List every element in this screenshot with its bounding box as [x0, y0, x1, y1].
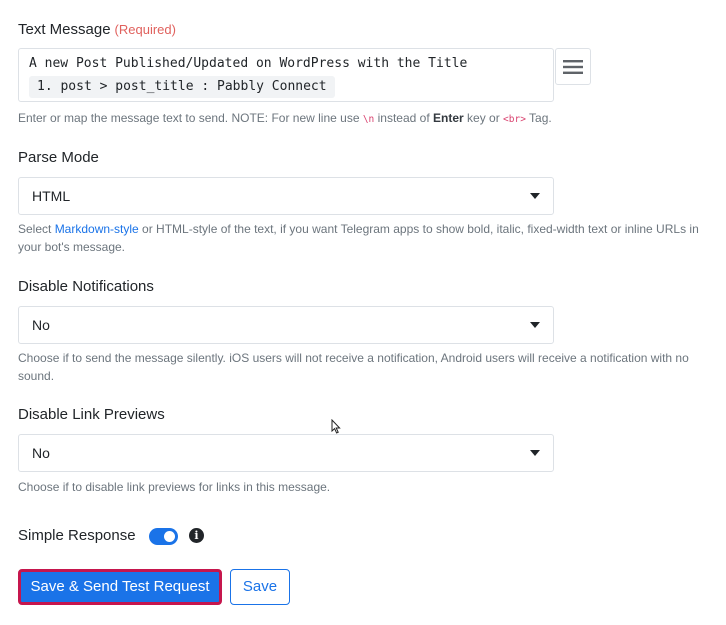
- parse-mode-value: HTML: [32, 188, 71, 204]
- save-button[interactable]: Save: [230, 569, 290, 605]
- disable-link-previews-label: Disable Link Previews: [18, 406, 165, 423]
- text-message-input[interactable]: A new Post Published/Updated on WordPres…: [18, 48, 554, 102]
- disable-notifications-label: Disable Notifications: [18, 278, 154, 295]
- help-text: Select: [18, 222, 55, 236]
- disable-notifications-value: No: [32, 317, 50, 333]
- text-message-help: Enter or map the message text to send. N…: [18, 109, 724, 129]
- markdown-style-link[interactable]: Markdown-style: [55, 222, 139, 236]
- help-text: key or: [463, 111, 504, 125]
- parse-mode-help: Select Markdown-style or HTML-style of t…: [18, 220, 724, 256]
- disable-link-previews-help: Choose if to disable link previews for l…: [18, 480, 331, 494]
- help-code-newline: \n: [362, 114, 375, 125]
- mouse-cursor-icon: [331, 419, 341, 434]
- telegram-send-message-form: Text Message (Required) A new Post Publis…: [0, 0, 726, 625]
- help-text: instead of: [374, 111, 433, 125]
- simple-response-label: Simple Response: [18, 527, 136, 544]
- help-text: Enter or map the message text to send. N…: [18, 111, 363, 125]
- help-bold-enter: Enter: [433, 111, 464, 125]
- chevron-down-icon: [530, 322, 540, 328]
- map-field-menu-button[interactable]: [555, 48, 591, 85]
- hamburger-menu-icon: [563, 59, 583, 74]
- save-and-send-test-request-button[interactable]: Save & Send Test Request: [18, 569, 222, 605]
- help-text: Tag.: [525, 111, 552, 125]
- text-message-label-text: Text Message: [18, 21, 111, 38]
- text-message-line1: A new Post Published/Updated on WordPres…: [29, 56, 468, 71]
- parse-mode-select[interactable]: HTML: [18, 177, 554, 215]
- chevron-down-icon: [530, 450, 540, 456]
- disable-link-previews-select[interactable]: No: [18, 434, 554, 472]
- mapped-field-chip[interactable]: 1. post > post_title : Pabbly Connect: [29, 76, 335, 98]
- toggle-knob: [164, 531, 175, 542]
- simple-response-toggle[interactable]: [149, 528, 178, 545]
- chevron-down-icon: [530, 193, 540, 199]
- required-indicator: (Required): [114, 22, 176, 37]
- text-message-label: Text Message (Required): [18, 21, 176, 38]
- parse-mode-label: Parse Mode: [18, 149, 99, 166]
- info-icon[interactable]: i: [189, 528, 204, 543]
- disable-link-previews-value: No: [32, 445, 50, 461]
- disable-notifications-select[interactable]: No: [18, 306, 554, 344]
- help-code-br: <br>: [503, 114, 526, 125]
- disable-notifications-help: Choose if to send the message silently. …: [18, 351, 689, 383]
